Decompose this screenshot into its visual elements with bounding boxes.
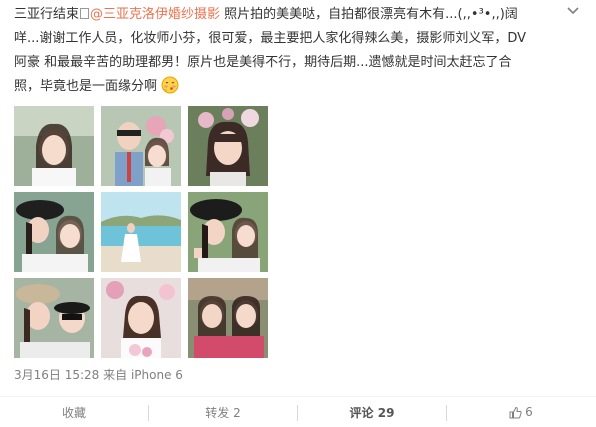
photo-thumbnail[interactable] [101,192,181,272]
photo-thumbnail[interactable] [101,278,181,358]
favorite-label: 收藏 [61,405,86,420]
image-placeholder-icon [80,8,90,19]
repost-label: 转发 2 [205,405,241,420]
like-count: 6 [525,405,533,419]
mention-link[interactable]: @三亚克洛伊婚纱摄影 [90,7,220,22]
photo-thumbnail[interactable] [14,106,94,186]
weibo-post: 三亚行结束 @三亚克洛伊婚纱摄影 照片拍的美美哒，自拍都很漂亮有木有...(,,•… [0,0,596,427]
photo-thumbnail[interactable] [188,192,268,272]
like-button[interactable]: 6 [447,397,595,427]
post-text-line2: 咩...谢谢工作人员，化妆师小芬，很可爱，最主要把人家化得辣么美，摄影师刘义军，… [14,31,527,46]
chevron-down-icon[interactable] [566,6,580,16]
photo-grid [14,106,270,358]
post-text-line4: 照，毕竟也是一面缘分啊 [14,79,158,94]
post-time[interactable]: 3月16日 15:28 [14,368,99,382]
repost-button[interactable]: 转发 2 [149,397,297,427]
favorite-button[interactable]: 收藏 [0,397,148,427]
post-text-line1-prefix: 三亚行结束 [14,7,80,22]
post-meta: 3月16日 15:28 来自 iPhone 6 [14,366,183,383]
action-bar: 收藏 转发 2 评论 29 6 [0,397,596,427]
post-source: 来自 iPhone 6 [103,368,183,382]
emoji-shy-icon [161,76,179,103]
photo-thumbnail[interactable] [188,278,268,358]
comment-label: 评论 29 [349,405,395,420]
photo-thumbnail[interactable] [101,106,181,186]
photo-thumbnail[interactable] [188,106,268,186]
photo-thumbnail[interactable] [14,192,94,272]
comment-button[interactable]: 评论 29 [298,397,446,427]
post-text-line1-suffix: 照片拍的美美哒，自拍都很漂亮有木有...(,,•³•,,)阔 [220,7,518,22]
post-text-line3: 阿豪 和最最辛苦的助理都男！原片也是美得不行，期待后期...遗憾就是时间太赶忘了… [14,55,512,70]
photo-thumbnail[interactable] [14,278,94,358]
thumbs-up-icon [509,406,522,418]
post-text: 三亚行结束 @三亚克洛伊婚纱摄影 照片拍的美美哒，自拍都很漂亮有木有...(,,•… [14,3,564,103]
